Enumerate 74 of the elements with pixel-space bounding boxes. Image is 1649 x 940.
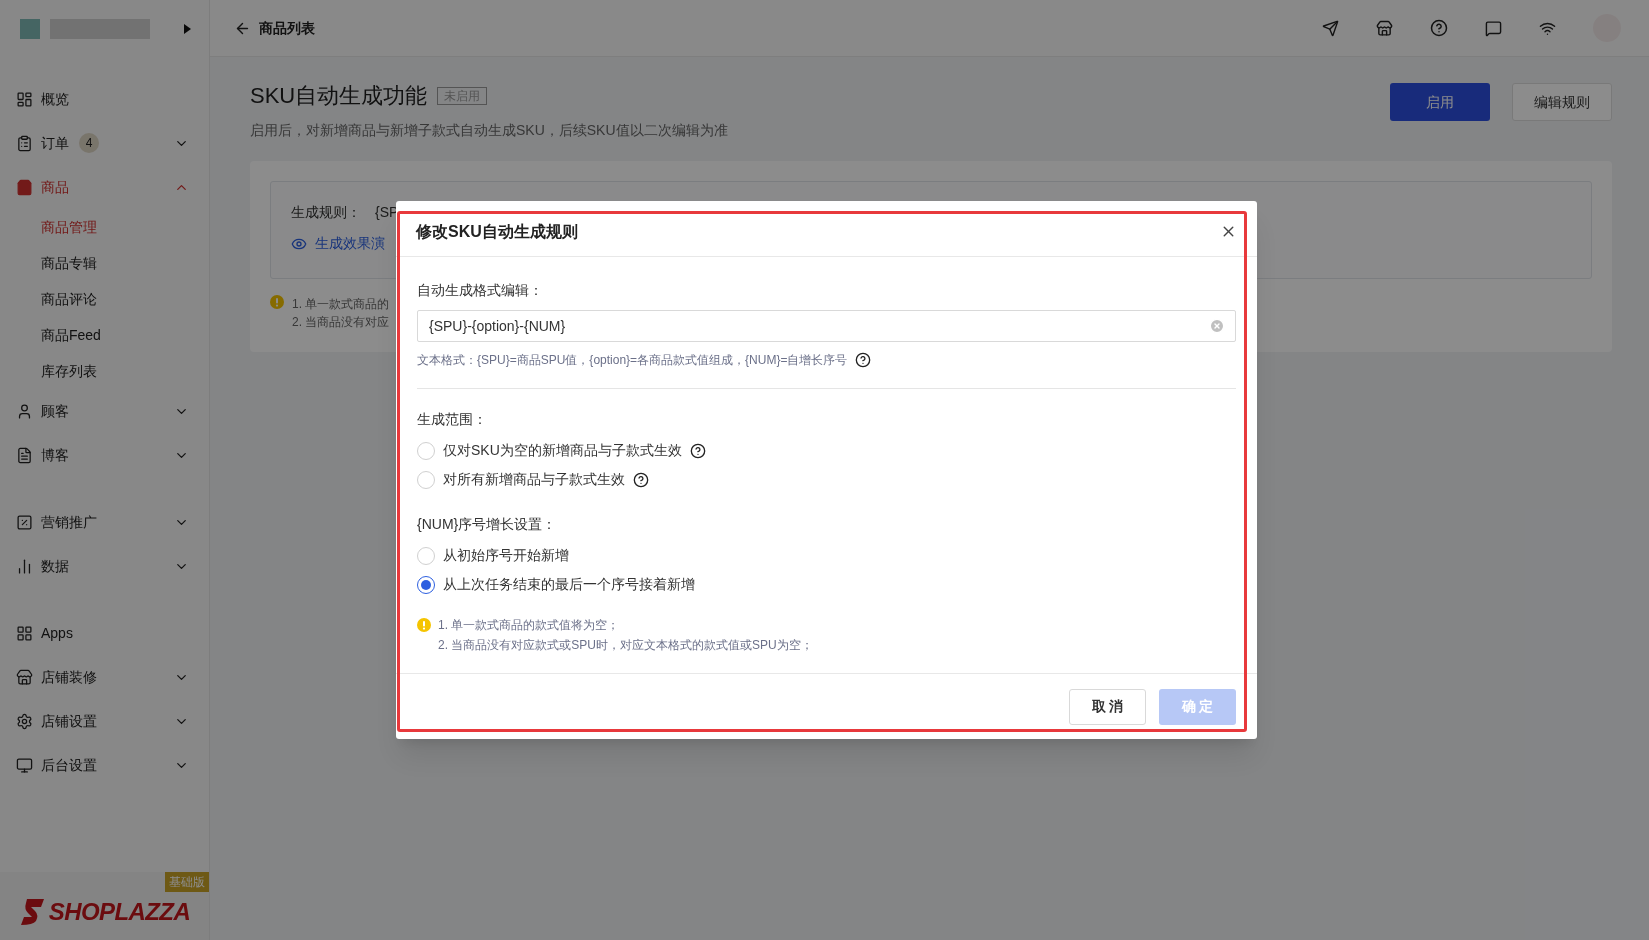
page-breadcrumb-title: 商品列表: [259, 18, 315, 38]
cancel-button[interactable]: 取 消: [1069, 688, 1146, 725]
message-icon[interactable]: [1485, 19, 1502, 37]
note-line: 2. 当商品没有对应: [292, 314, 390, 331]
sidebar-item-icon: [16, 668, 33, 686]
sidebar-item[interactable]: 订单 4: [0, 121, 209, 165]
note-line: 2. 当商品没有对应款式或SPU时，对应文本格式的款式值或SPU为空；: [438, 637, 813, 654]
demo-link[interactable]: 生成效果演: [291, 233, 385, 254]
sidebar-item[interactable]: 商品: [0, 165, 209, 209]
page-subtitle: 启用后，对新增商品与新增子款式自动生成SKU，后续SKU值以二次编辑为准: [250, 121, 729, 140]
sidebar-item-icon: [16, 712, 33, 730]
sidebar-item-icon: [16, 624, 33, 642]
radio-option[interactable]: 仅对SKU为空的新增商品与子款式生效: [417, 440, 682, 461]
expand-triangle-icon[interactable]: [184, 23, 191, 34]
note-line: 1. 单一款式商品的款式值将为空；: [438, 617, 621, 634]
sidebar-item-label: 店铺设置: [41, 711, 97, 731]
sidebar-item-label: 店铺装修: [41, 667, 97, 687]
radio-option[interactable]: 从初始序号开始新增: [417, 545, 569, 566]
group-label: {NUM}序号增长设置：: [417, 515, 558, 534]
brand-logo-text: SHOPLAZZA: [48, 897, 191, 927]
sidebar-item-label: 营销推广: [41, 512, 97, 532]
dialog-title: 修改SKU自动生成规则: [416, 221, 578, 242]
plan-badge: 基础版: [165, 872, 209, 892]
help-icon[interactable]: [633, 471, 649, 488]
sidebar-item[interactable]: Apps: [0, 611, 209, 655]
warning-icon: [417, 618, 431, 632]
store-icon[interactable]: [1376, 19, 1393, 37]
edit-rule-button[interactable]: 编辑规则: [1512, 83, 1612, 121]
format-input[interactable]: {SPU}-{option}-{NUM}: [417, 310, 1236, 342]
sidebar-item-label: 商品: [41, 177, 69, 197]
sidebar-item-label: 概览: [41, 89, 69, 109]
count-badge: 4: [79, 133, 99, 153]
page-title: SKU自动生成功能: [250, 82, 428, 110]
sidebar-item-icon: [16, 402, 33, 420]
format-label: 自动生成格式编辑：: [417, 281, 544, 300]
help-icon[interactable]: [855, 352, 872, 368]
warning-icon: [270, 295, 284, 309]
sidebar-item[interactable]: 顾客: [0, 389, 209, 433]
sidebar-item-icon: [16, 446, 33, 464]
format-hint: 文本格式：{SPU}=商品SPU值，{option}=各商品款式值组成，{NUM}=自增长序号: [417, 352, 848, 369]
brand-s-icon: [18, 898, 45, 926]
radio-option[interactable]: 从上次任务结束的最后一个序号接着新增: [417, 574, 695, 595]
sidebar-subitem[interactable]: 商品专辑: [0, 245, 97, 281]
store-logo-placeholder: [20, 18, 40, 39]
sidebar-item-label: 订单: [41, 133, 69, 153]
help-icon[interactable]: [689, 442, 706, 459]
sidebar-item-label: 后台设置: [41, 755, 97, 775]
sidebar-item-icon: [16, 513, 33, 531]
sidebar-subitem[interactable]: 商品Feed: [0, 317, 101, 353]
sidebar-item[interactable]: 店铺设置: [0, 699, 209, 743]
sidebar-item-icon: [16, 756, 33, 774]
sidebar-item[interactable]: 营销推广: [0, 500, 209, 544]
sidebar-item[interactable]: 后台设置: [0, 743, 209, 787]
sidebar-item-label: 博客: [41, 445, 69, 465]
send-icon[interactable]: [1322, 19, 1339, 37]
sidebar-subitem[interactable]: 库存列表: [0, 353, 97, 389]
sidebar-item-label: 数据: [41, 556, 69, 576]
sidebar-subitem[interactable]: 商品管理: [0, 209, 97, 245]
sidebar-item[interactable]: 概览: [0, 77, 209, 121]
sidebar-item-icon: [16, 178, 33, 196]
sidebar-item-icon: [16, 134, 33, 152]
sidebar-item[interactable]: 数据: [0, 544, 209, 588]
sidebar-item-icon: [16, 557, 33, 575]
radio-option[interactable]: 对所有新增商品与子款式生效: [417, 469, 625, 490]
sidebar-item[interactable]: 博客: [0, 433, 209, 477]
enable-button[interactable]: 启用: [1390, 83, 1490, 121]
rule-label: 生成规则：: [291, 203, 361, 222]
sidebar-item-label: 顾客: [41, 401, 69, 421]
note-line: 1. 单一款式商品的: [292, 296, 390, 313]
sidebar-item[interactable]: 店铺装修: [0, 655, 209, 699]
sidebar-item-icon: [16, 90, 33, 108]
sidebar-subitem[interactable]: 商品评论: [0, 281, 97, 317]
sidebar-item-label: Apps: [41, 623, 73, 643]
group-label: 生成范围：: [417, 410, 488, 429]
